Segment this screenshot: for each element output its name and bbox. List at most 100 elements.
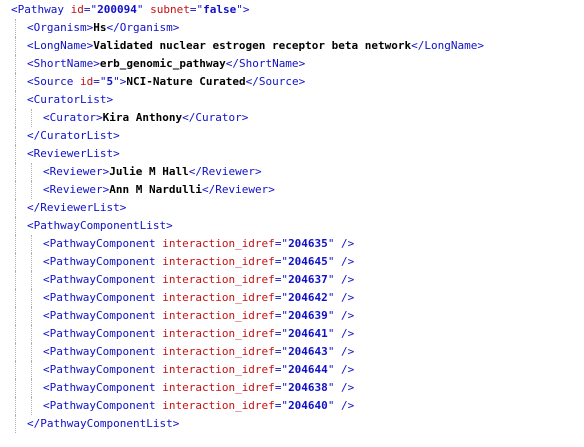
attribute-name: interaction_idref bbox=[162, 381, 275, 394]
indent-guide bbox=[15, 109, 17, 127]
xml-line-reviewer: <Reviewer>Ann M Nardulli</Reviewer> bbox=[0, 181, 584, 199]
tag-self-close: /> bbox=[334, 237, 355, 250]
indent-guide bbox=[15, 181, 17, 199]
xml-line-pathway-component: <PathwayComponent interaction_idref="204… bbox=[0, 289, 584, 307]
tag-name: Curator bbox=[195, 111, 242, 124]
xml-line-pathway-component: <PathwayComponent interaction_idref="204… bbox=[0, 343, 584, 361]
tag-close-bracket: > bbox=[172, 417, 180, 430]
line-content: </ReviewerList> bbox=[27, 199, 126, 217]
attr-quote: " bbox=[236, 3, 243, 16]
tag-name: LongName bbox=[33, 39, 87, 52]
tag-end-open: </ bbox=[27, 417, 41, 430]
indent-guide bbox=[15, 73, 17, 91]
line-content: <PathwayComponent interaction_idref="204… bbox=[43, 397, 354, 415]
attribute-name: interaction_idref bbox=[162, 309, 275, 322]
indent-guide bbox=[15, 397, 17, 415]
tag-self-close: /> bbox=[334, 381, 355, 394]
tag-close-bracket: > bbox=[298, 57, 306, 70]
tag-end-open: </ bbox=[188, 165, 202, 178]
tag-end-open: </ bbox=[225, 57, 239, 70]
attribute-name: interaction_idref bbox=[162, 327, 275, 340]
attribute-value: 204640 bbox=[288, 399, 328, 412]
xml-line-reviewer: <Reviewer>Julie M Hall</Reviewer> bbox=[0, 163, 584, 181]
tag-close-bracket: > bbox=[106, 93, 114, 106]
attr-equals: =" bbox=[274, 255, 289, 268]
tag-open-bracket: < bbox=[43, 237, 50, 250]
indent-guide bbox=[31, 307, 33, 325]
attr-equals: =" bbox=[274, 273, 289, 286]
xml-line-source: <Source id="5">NCI-Nature Curated</Sourc… bbox=[0, 73, 584, 91]
tag-end-open: </ bbox=[27, 201, 41, 214]
tag-name: PathwayComponent bbox=[49, 381, 156, 394]
tag-open-bracket: < bbox=[43, 309, 50, 322]
tag-open-bracket: < bbox=[27, 93, 34, 106]
tag-name: Organism bbox=[119, 21, 173, 34]
tag-open-bracket: < bbox=[27, 147, 34, 160]
tag-open-bracket: < bbox=[43, 165, 50, 178]
xml-line-shortname: <ShortName>erb_genomic_pathway</ShortNam… bbox=[0, 55, 584, 73]
tag-open-bracket: < bbox=[27, 39, 34, 52]
attribute-value: 204642 bbox=[288, 291, 328, 304]
attr-equals: =" bbox=[93, 75, 107, 88]
tag-name: PathwayComponent bbox=[49, 273, 156, 286]
tag-name: ReviewerList bbox=[33, 147, 114, 160]
attribute-name: interaction_idref bbox=[162, 291, 275, 304]
line-content: <Organism>Hs</Organism> bbox=[27, 19, 179, 37]
line-content: <Pathway id="200094" subnet="false"> bbox=[11, 1, 249, 19]
tag-name: Reviewer bbox=[49, 183, 103, 196]
attribute-name: interaction_idref bbox=[162, 345, 275, 358]
xml-line-longname: <LongName>Validated nuclear estrogen rec… bbox=[0, 37, 584, 55]
xml-line-curator: <Curator>Kira Anthony</Curator> bbox=[0, 109, 584, 127]
attribute-name: interaction_idref bbox=[162, 237, 275, 250]
attribute-name: subnet bbox=[150, 3, 190, 16]
tag-name: PathwayComponent bbox=[49, 399, 156, 412]
line-content: <Curator>Kira Anthony</Curator> bbox=[43, 109, 248, 127]
tag-end-open: </ bbox=[201, 183, 216, 196]
attr-equals: =" bbox=[274, 309, 289, 322]
indent-guide bbox=[15, 19, 17, 37]
tag-name: Curator bbox=[49, 111, 96, 124]
indent-guide bbox=[31, 109, 33, 127]
xml-line-pathway-component: <PathwayComponent interaction_idref="204… bbox=[0, 307, 584, 325]
xml-line-componentlist-open: <PathwayComponentList> bbox=[0, 217, 584, 235]
tag-close-bracket: > bbox=[298, 75, 306, 88]
tag-close-bracket: > bbox=[242, 3, 250, 16]
indent-guide bbox=[31, 163, 33, 181]
indent-guide bbox=[31, 271, 33, 289]
tag-open-bracket: < bbox=[43, 183, 50, 196]
tag-open-bracket: < bbox=[43, 399, 50, 412]
tag-close-bracket: > bbox=[241, 111, 249, 124]
element-text: Kira Anthony bbox=[102, 111, 183, 124]
indent-guide bbox=[15, 199, 17, 217]
line-content: <ShortName>erb_genomic_pathway</ShortNam… bbox=[27, 55, 305, 73]
element-text: Ann M Nardulli bbox=[109, 183, 202, 196]
tag-name: Source bbox=[33, 75, 74, 88]
attribute-value: false bbox=[203, 3, 237, 16]
tag-name: PathwayComponent bbox=[49, 291, 156, 304]
indent-guide bbox=[15, 379, 17, 397]
tag-open-bracket: < bbox=[27, 219, 34, 232]
line-content: <PathwayComponent interaction_idref="204… bbox=[43, 235, 354, 253]
indent-guide bbox=[31, 325, 33, 343]
xml-line-curatorlist-open: <CuratorList> bbox=[0, 91, 584, 109]
attr-equals: =" bbox=[274, 399, 289, 412]
tag-end-open: </ bbox=[27, 129, 41, 142]
indent-guide bbox=[15, 271, 17, 289]
tag-open-bracket: < bbox=[43, 381, 50, 394]
indent-guide bbox=[31, 289, 33, 307]
attribute-value: 204645 bbox=[288, 255, 328, 268]
indent-guide bbox=[15, 253, 17, 271]
line-content: <PathwayComponent interaction_idref="204… bbox=[43, 289, 354, 307]
attribute-name: id bbox=[70, 3, 84, 16]
attr-equals: =" bbox=[189, 3, 204, 16]
tag-name: CuratorList bbox=[40, 129, 114, 142]
tag-name: ReviewerList bbox=[40, 201, 120, 214]
indent-guide bbox=[31, 397, 33, 415]
indent-guide bbox=[15, 55, 17, 73]
tag-end-open: </ bbox=[182, 111, 196, 124]
line-content: </PathwayComponentList> bbox=[27, 415, 179, 433]
attribute-value: 204641 bbox=[288, 327, 328, 340]
line-content: <PathwayComponentList> bbox=[27, 217, 173, 235]
tag-name: Reviewer bbox=[215, 183, 269, 196]
tag-name: Source bbox=[258, 75, 299, 88]
